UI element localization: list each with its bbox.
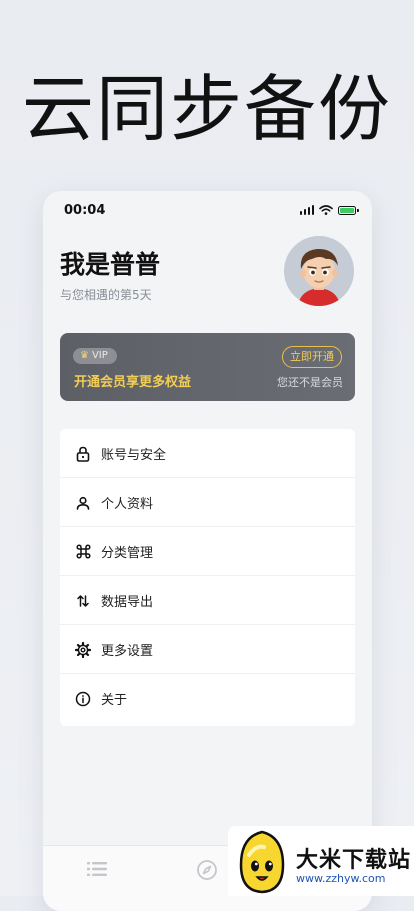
menu-item-label: 数据导出 [101,595,154,610]
menu-item-profile[interactable]: 个人资料 [60,478,355,527]
menu-item-export[interactable]: 数据导出 [60,576,355,625]
watermark-logo: 大米下载站 www.zzhyw.com [228,826,414,896]
menu-item-about[interactable]: 关于 [60,674,355,723]
menu-item-label: 更多设置 [101,644,154,659]
vip-status-text: 您还不是会员 [277,376,343,389]
watermark-title: 大米下载站 [296,848,412,873]
info-icon [75,691,91,707]
menu-item-category[interactable]: 分类管理 [60,527,355,576]
menu-item-label: 账号与安全 [101,448,167,463]
lock-icon [75,446,91,462]
phone-screen: 00:04 我是普普 与您相遇的第5天 ♛ VIP 开通会员享更多权益 立即开通… [43,191,372,911]
user-days-subtitle: 与您相遇的第5天 [60,288,152,302]
settings-menu: 账号与安全 个人资料 分类管理 数据导出 更多设置 关于 [60,429,355,726]
vip-badge-label: VIP [91,350,108,361]
wifi-icon [319,205,333,215]
user-icon [75,495,91,511]
user-name: 我是普普 [60,250,161,279]
status-time: 00:04 [64,203,106,218]
menu-item-more-settings[interactable]: 更多设置 [60,625,355,674]
crown-icon: ♛ [80,350,89,361]
promo-title: 云同步备份 [21,67,392,151]
watermark-url: www.zzhyw.com [296,872,386,885]
status-icons [299,205,359,215]
compass-icon[interactable] [196,859,218,885]
signal-icon [299,205,314,215]
swap-vertical-icon [75,593,91,609]
command-icon [75,544,91,560]
menu-item-label: 关于 [101,693,128,708]
battery-charging-icon [338,205,359,215]
menu-item-label: 分类管理 [101,546,154,561]
activate-vip-button[interactable]: 立即开通 [282,346,342,368]
gear-icon [75,641,91,658]
avatar[interactable] [284,236,354,306]
rice-mascot-icon [231,829,293,899]
list-icon[interactable] [87,861,107,881]
avatar-boy-cartoon [284,236,354,306]
vip-card[interactable]: ♛ VIP 开通会员享更多权益 立即开通 您还不是会员 [60,333,355,401]
menu-item-account-security[interactable]: 账号与安全 [60,429,355,478]
status-bar: 00:04 [43,191,372,231]
vip-promo-text: 开通会员享更多权益 [74,375,192,390]
vip-badge: ♛ VIP [73,348,117,364]
menu-item-label: 个人资料 [101,497,154,512]
